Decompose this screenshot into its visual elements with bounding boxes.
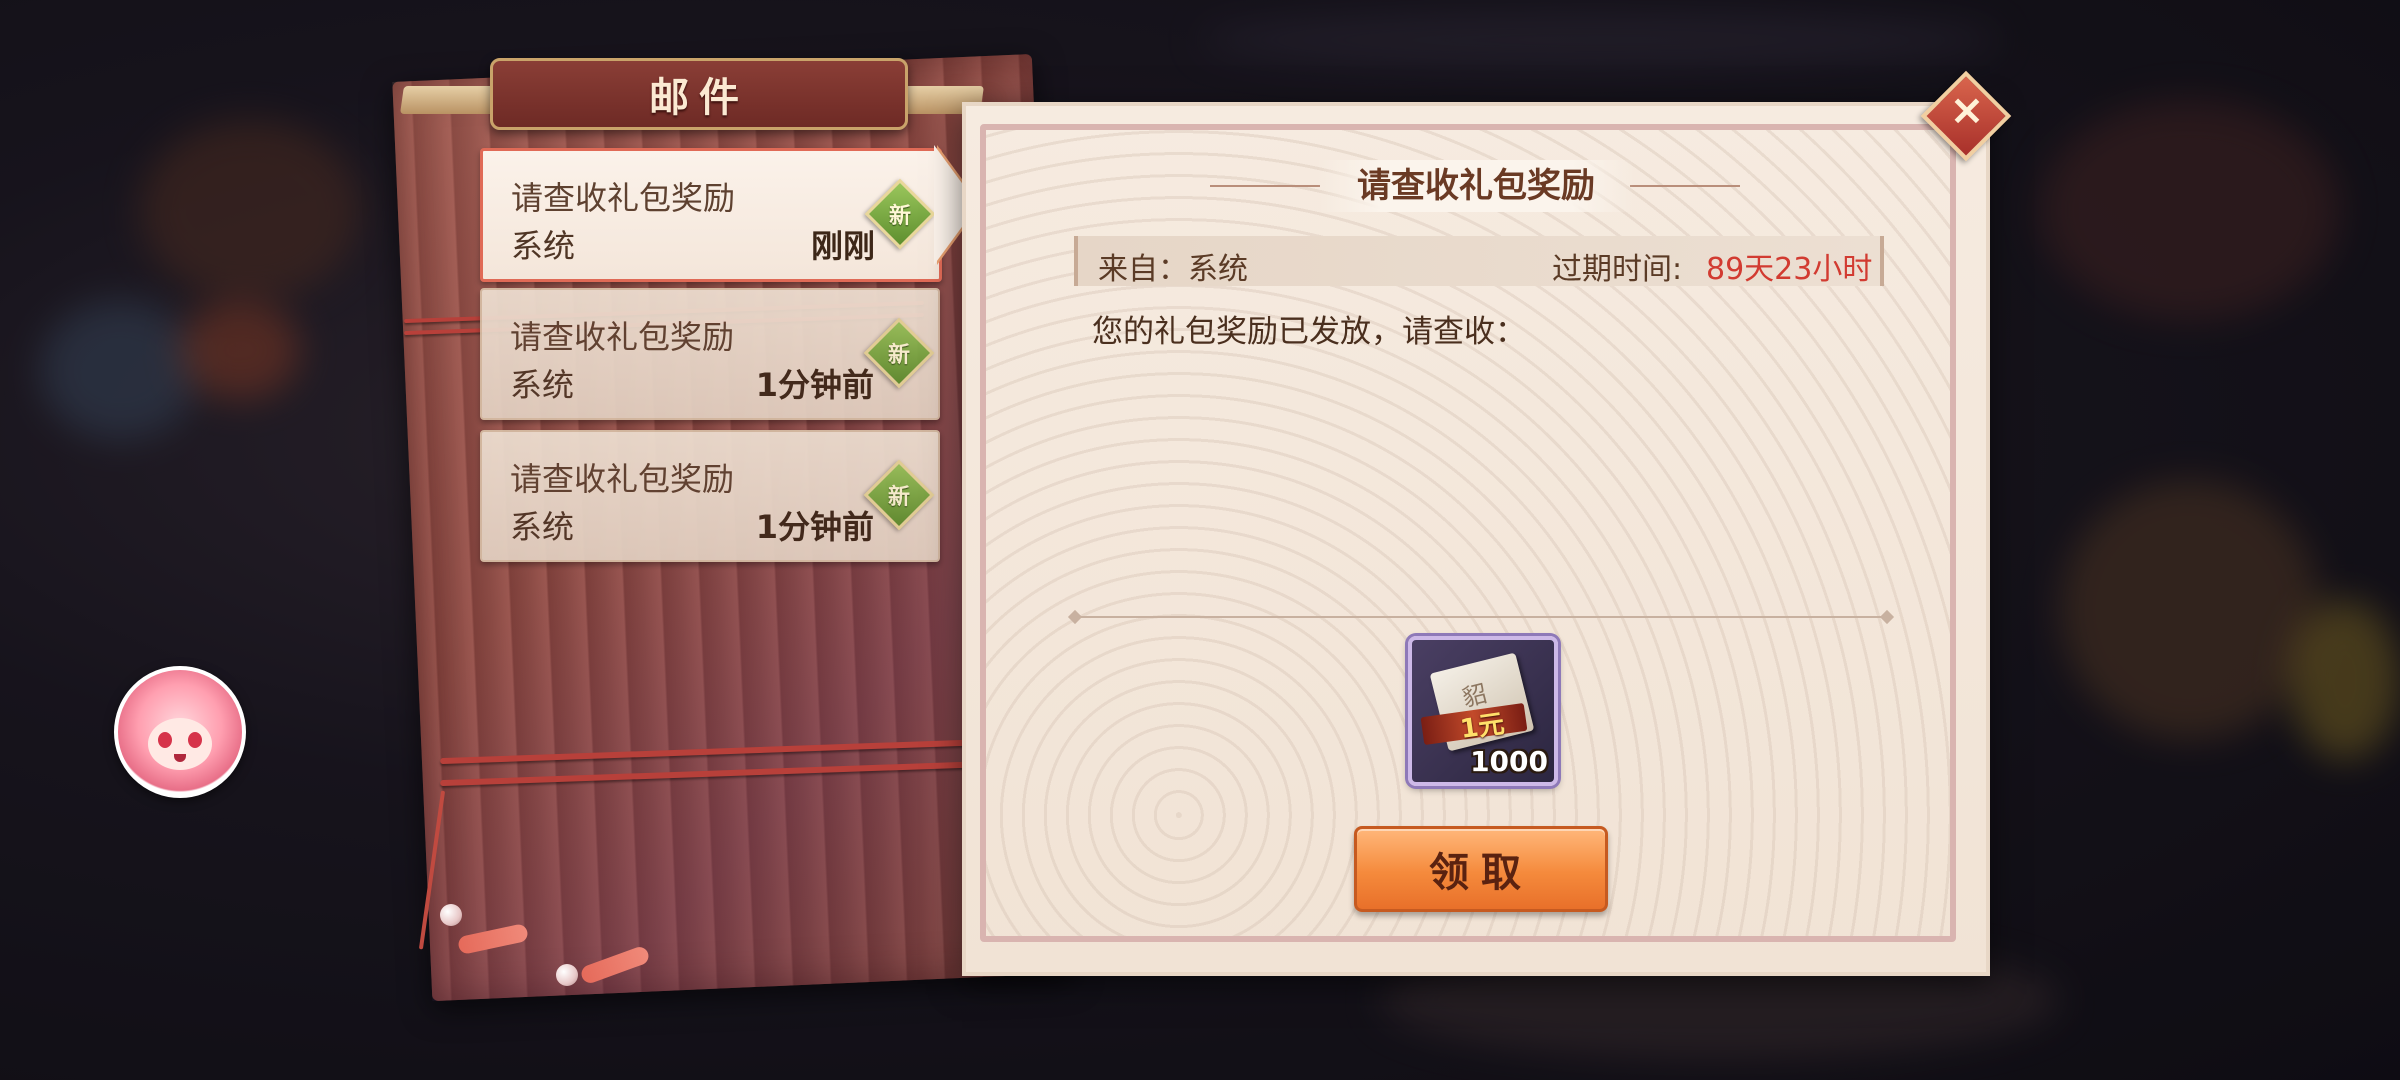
tassel-bead <box>440 904 462 926</box>
claim-button[interactable]: 领取 <box>1354 826 1608 912</box>
title-decoration <box>1210 185 1320 187</box>
mail-subject: 请查收礼包奖励 <box>510 460 735 498</box>
new-badge: 新 <box>863 459 935 531</box>
avatar-face <box>148 718 212 770</box>
mail-sender: 系统 <box>511 227 576 265</box>
reward-quantity: 1000 <box>1470 745 1548 778</box>
mail-from: 来自：系统 <box>1098 252 1248 287</box>
avatar-eye <box>188 732 202 748</box>
voucher-value: 1元 <box>1458 709 1507 745</box>
mail-list-item[interactable]: 请查收礼包奖励 系统 1分钟前 新 <box>480 288 940 420</box>
mail-subject: 请查收礼包奖励 <box>511 179 736 217</box>
mail-time: 刚刚 <box>810 227 875 265</box>
new-badge: 新 <box>864 178 936 250</box>
close-icon[interactable]: × <box>1947 89 1987 131</box>
tassel-bead-2 <box>556 964 578 986</box>
mail-detail-title: 请查收礼包奖励 <box>1318 160 1634 212</box>
expire-label: 过期时间: <box>1552 252 1683 287</box>
new-badge: 新 <box>863 317 935 389</box>
expire-value: 89天23小时 <box>1706 252 1873 287</box>
mail-body-text: 您的礼包奖励已发放，请查收： <box>1092 314 1526 350</box>
avatar[interactable] <box>114 666 246 798</box>
claim-button-label: 领取 <box>1429 850 1533 896</box>
mail-sender: 系统 <box>510 366 575 404</box>
mail-time: 1分钟前 <box>755 508 874 546</box>
mail-sender: 系统 <box>510 508 575 546</box>
mail-subject: 请查收礼包奖励 <box>510 318 735 356</box>
page-title: 邮件 <box>649 75 749 121</box>
title-plate: 邮件 <box>490 58 908 130</box>
mail-info-bar: 来自：系统 过期时间: 89天23小时 <box>1074 236 1884 287</box>
mail-list-item[interactable]: 请查收礼包奖励 系统 刚刚 新 <box>480 148 942 282</box>
mail-list-item[interactable]: 请查收礼包奖励 系统 1分钟前 新 <box>480 430 940 562</box>
avatar-eye <box>158 732 172 748</box>
reward-item[interactable]: 貂 1元 1000 <box>1408 636 1558 786</box>
divider <box>1076 616 1886 618</box>
title-decoration <box>1630 185 1740 187</box>
mail-time: 1分钟前 <box>755 366 874 404</box>
